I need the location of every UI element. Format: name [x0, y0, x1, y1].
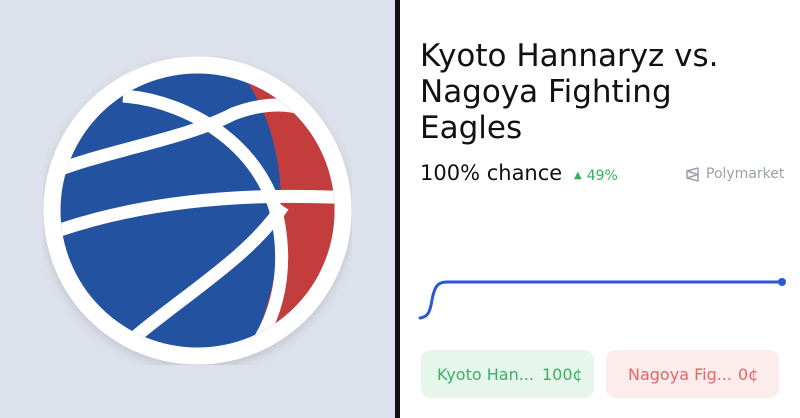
market-details: Kyoto Hannaryz vs. Nagoya Fighting Eagle…	[400, 0, 800, 418]
chance-change: ▲ 49%	[574, 168, 618, 184]
price-history-chart	[418, 278, 786, 320]
outcome-price: 0¢	[738, 364, 759, 384]
price-line	[418, 280, 784, 320]
basketball-icon	[43, 56, 352, 365]
outcome-button-nagoya[interactable]: Nagoya Fig... 0¢	[606, 350, 779, 398]
price-endpoint	[778, 278, 786, 286]
outcome-label: Nagoya Fig...	[628, 364, 732, 384]
arrow-up-icon: ▲	[574, 170, 582, 181]
outcome-price: 100¢	[542, 364, 583, 384]
chance-value: 100% chance	[420, 161, 563, 185]
source-brand[interactable]: Polymarket	[686, 166, 784, 182]
market-title: Kyoto Hannaryz vs. Nagoya Fighting Eagle…	[420, 38, 719, 146]
chance-change-value: 49%	[586, 168, 618, 184]
market-image-panel	[0, 0, 395, 418]
polymarket-logo-icon	[686, 166, 699, 182]
outcome-button-kyoto[interactable]: Kyoto Han... 100¢	[421, 350, 594, 398]
outcome-label: Kyoto Han...	[437, 364, 534, 384]
source-name: Polymarket	[706, 166, 785, 182]
